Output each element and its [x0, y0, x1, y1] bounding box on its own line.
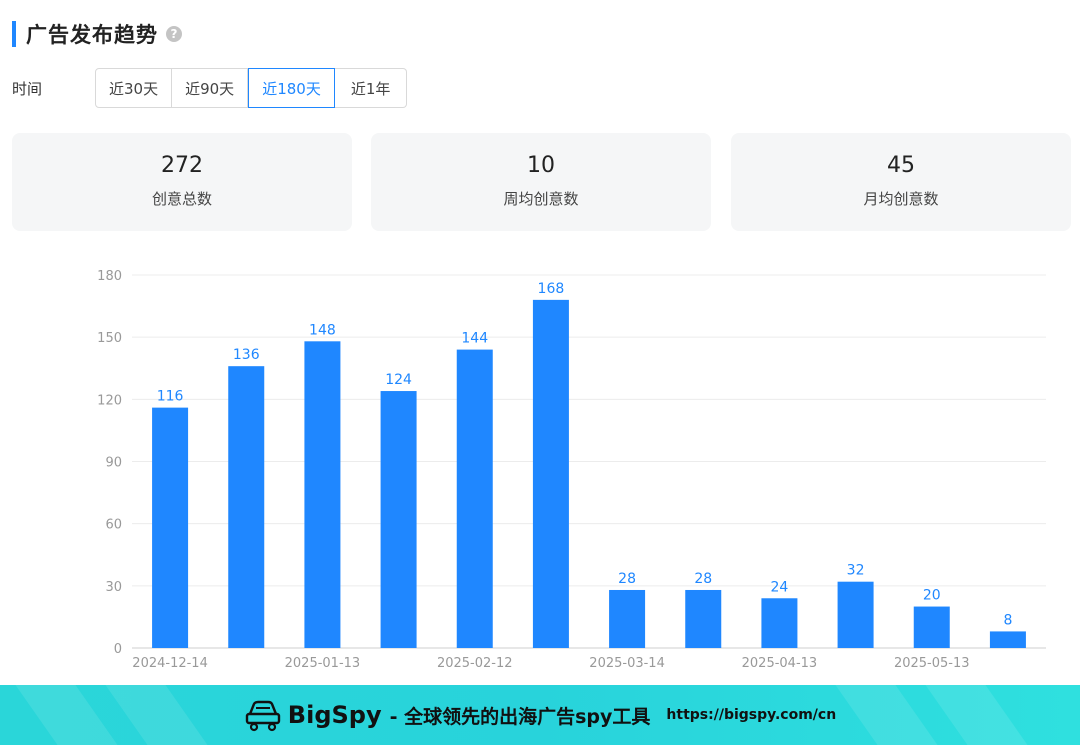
stat-label: 创意总数 [151, 190, 212, 208]
bar [152, 407, 189, 648]
bar [228, 366, 265, 648]
bar-value-label: 124 [385, 372, 412, 388]
bar [532, 299, 569, 648]
time-filter-row: 时间 近30天 近90天 近180天 近1年 [12, 68, 408, 108]
bar-value-label: 28 [618, 571, 636, 587]
car-logo-icon [245, 700, 280, 732]
bar-value-label: 20 [923, 588, 941, 604]
bar-value-label: 144 [461, 331, 488, 347]
stat-label: 周均创意数 [503, 190, 579, 208]
footer-banner[interactable]: BigSpy - 全球领先的出海广告spy工具 https://bigspy.c… [0, 685, 1080, 745]
time-range-group: 近30天 近90天 近180天 近1年 [95, 68, 408, 108]
bar [837, 581, 874, 648]
bar [761, 598, 798, 648]
range-button-180d[interactable]: 近180天 [248, 68, 335, 108]
footer-url[interactable]: https://bigspy.com/cn [666, 707, 836, 723]
stat-value: 10 [527, 153, 555, 178]
range-button-30d[interactable]: 近30天 [95, 68, 173, 108]
stat-value: 272 [161, 153, 203, 178]
time-filter-label: 时间 [12, 79, 43, 98]
footer-brand: BigSpy [287, 701, 382, 729]
bar [380, 391, 417, 648]
bar-value-label: 24 [771, 579, 789, 595]
bar [456, 349, 493, 648]
x-tick-label: 2025-03-14 [589, 656, 665, 671]
y-tick-label: 150 [97, 331, 122, 346]
question-circle-icon[interactable]: ? [166, 26, 182, 42]
bar-value-label: 28 [694, 571, 712, 587]
bar-value-label: 168 [538, 281, 565, 297]
trend-bar-chart: 0 30 60 90 120 150 180 116 136 148 124 144 168 28 28 24… [97, 269, 1046, 671]
bar-value-label: 148 [309, 322, 336, 338]
section-title: 广告发布趋势 [26, 23, 158, 47]
x-tick-label: 2025-02-12 [437, 656, 513, 671]
y-tick-label: 180 [97, 269, 122, 284]
x-tick-label: 2025-04-13 [742, 656, 818, 671]
stat-card-total: 272 创意总数 [12, 133, 352, 231]
stat-card-weekly: 10 周均创意数 [371, 133, 711, 231]
footer-slogan: - 全球领先的出海广告spy工具 [389, 705, 651, 728]
y-tick-label: 30 [105, 580, 122, 595]
bar-value-label: 116 [157, 389, 184, 405]
title-accent-bar [12, 21, 16, 47]
x-tick-label: 2025-05-13 [894, 656, 970, 671]
y-tick-label: 60 [105, 518, 122, 533]
bar [913, 606, 950, 648]
bar-value-label: 136 [233, 347, 260, 363]
range-button-1y[interactable]: 近1年 [334, 68, 408, 108]
bar [685, 589, 722, 648]
range-button-90d[interactable]: 近90天 [172, 68, 249, 108]
stat-value: 45 [887, 153, 915, 178]
stat-card-monthly: 45 月均创意数 [731, 133, 1071, 231]
stat-label: 月均创意数 [863, 190, 939, 208]
bar-value-label: 32 [847, 563, 865, 579]
x-tick-label: 2025-01-13 [285, 656, 361, 671]
x-tick-label: 2024-12-14 [132, 656, 208, 671]
bar [304, 341, 341, 648]
y-tick-label: 0 [114, 642, 122, 657]
y-tick-label: 120 [97, 393, 122, 408]
section-header: 广告发布趋势 ? [12, 18, 182, 50]
bar [989, 631, 1026, 648]
bar [609, 589, 646, 648]
y-tick-label: 90 [105, 456, 122, 471]
bar-value-label: 8 [1003, 612, 1012, 628]
